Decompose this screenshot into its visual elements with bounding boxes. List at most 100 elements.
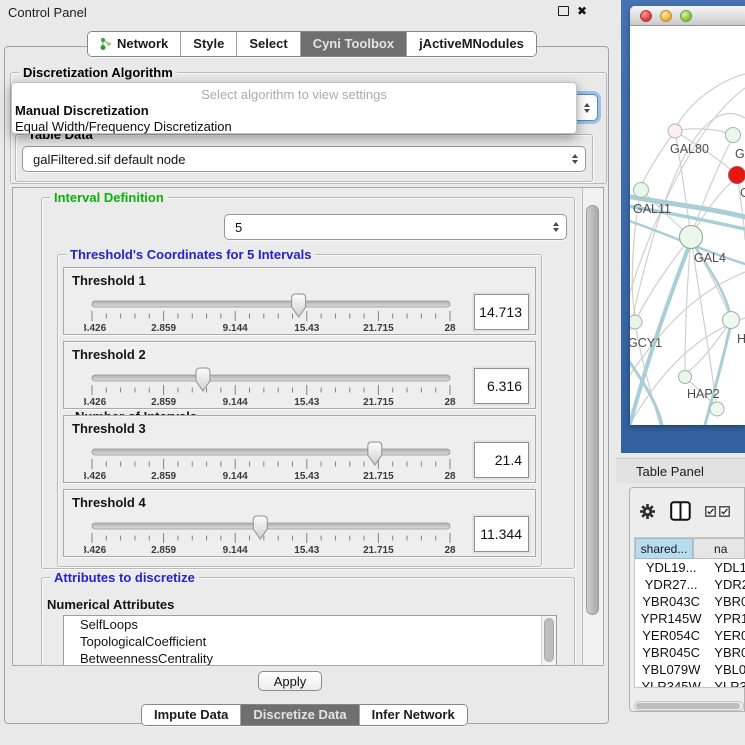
top-tab-jactivemnodules[interactable]: jActiveMNodules — [406, 32, 536, 56]
table-hscrollbar-thumb[interactable] — [636, 703, 740, 709]
svg-text:-3.426: -3.426 — [84, 545, 107, 556]
top-tab-style[interactable]: Style — [180, 32, 236, 56]
network-window-titlebar — [630, 6, 745, 26]
network-node-label: GCY1 — [630, 336, 662, 350]
svg-text:9.144: 9.144 — [223, 545, 248, 556]
minimize-traffic-light-icon[interactable] — [660, 10, 672, 22]
slider-handle[interactable] — [368, 442, 382, 465]
zoom-traffic-light-icon[interactable] — [680, 10, 692, 22]
svg-text:9.144: 9.144 — [223, 471, 248, 482]
slider-handle[interactable] — [196, 368, 210, 391]
checkbox-icon[interactable] — [705, 506, 716, 517]
table-row[interactable]: YDL19...YDL1 — [635, 559, 745, 576]
slider-handle[interactable] — [253, 516, 267, 539]
settings-scrollbar[interactable] — [582, 188, 603, 665]
node-attribute-table[interactable]: shared...naYDL19...YDL1YDR27...YDR2YBR04… — [634, 537, 745, 688]
table-cell: YBR0 — [707, 645, 745, 660]
table-column-header-2[interactable]: na — [693, 538, 745, 559]
number-of-intervals-combobox[interactable]: 5 — [224, 214, 567, 240]
network-node-label: GA — [735, 147, 745, 161]
top-tab-cyni-toolbox[interactable]: Cyni Toolbox — [300, 32, 406, 56]
dropdown-option-equal-width-frequency-discretization[interactable]: Equal Width/Frequency Discretization — [12, 118, 576, 134]
network-node[interactable] — [710, 402, 724, 416]
threshold-value-field[interactable]: 21.4 — [474, 442, 529, 478]
dropdown-option-manual-discretization[interactable]: Manual Discretization — [12, 102, 576, 118]
list-scrollbar[interactable] — [541, 616, 556, 666]
threshold-slider[interactable]: -3.4262.8599.14415.4321.71528 — [84, 362, 484, 408]
table-row[interactable]: YLR345WYLR3 — [635, 678, 745, 688]
tab-label: Infer Network — [372, 707, 455, 722]
table-cell: YPR145W — [635, 611, 707, 626]
table-column-header-1[interactable]: shared... — [635, 538, 693, 559]
svg-text:21.715: 21.715 — [363, 323, 394, 334]
network-node-label: GAL11 — [633, 202, 671, 216]
slider-handle[interactable] — [292, 294, 306, 317]
attribute-list-item[interactable]: SelfLoops — [64, 616, 556, 633]
tab-label: Discretize Data — [253, 707, 346, 722]
split-columns-icon[interactable] — [670, 501, 691, 521]
settings-scroll-panel: Interval Definition Number of Intervals … — [12, 187, 604, 666]
gear-icon[interactable] — [639, 503, 656, 520]
tab-label: Style — [193, 36, 224, 51]
table-row[interactable]: YBR043CYBR0 — [635, 593, 745, 610]
threshold-slider[interactable]: -3.4262.8599.14415.4321.71528 — [84, 288, 484, 334]
table-cell: YDL1 — [707, 560, 745, 575]
network-node[interactable] — [668, 124, 682, 138]
table-row[interactable]: YBL079WYBL0 — [635, 661, 745, 678]
table-cell: YLR3 — [707, 679, 745, 688]
threshold-value-field[interactable]: 11.344 — [474, 516, 529, 552]
table-data-combobox[interactable]: galFiltered.sif default node — [22, 146, 586, 172]
network-node[interactable] — [726, 128, 741, 143]
table-row[interactable]: YDR27...YDR2 — [635, 576, 745, 593]
svg-text:28: 28 — [444, 545, 456, 556]
svg-text:-3.426: -3.426 — [84, 471, 107, 482]
threshold-value-field[interactable]: 6.316 — [474, 368, 529, 404]
list-scrollbar-thumb[interactable] — [544, 618, 554, 662]
table-row[interactable]: YER054CYER0 — [635, 627, 745, 644]
network-node[interactable] — [680, 226, 703, 249]
network-node[interactable] — [630, 315, 642, 329]
table-horizontal-scrollbar[interactable] — [634, 701, 744, 711]
attribute-list-item[interactable]: BetweennessCentrality — [64, 650, 556, 666]
svg-text:15.43: 15.43 — [294, 471, 319, 482]
close-traffic-light-icon[interactable] — [640, 10, 652, 22]
threshold-panel-1: Threshold 1-3.4262.8599.14415.4321.71528… — [63, 267, 536, 335]
network-node[interactable] — [723, 312, 740, 329]
close-icon[interactable]: ✖ — [577, 5, 587, 17]
control-panel-title: Control Panel — [0, 5, 87, 20]
tab-label: Cyni Toolbox — [313, 36, 394, 51]
tab-label: jActiveMNodules — [419, 36, 524, 51]
network-node[interactable] — [634, 183, 649, 198]
svg-text:28: 28 — [444, 323, 456, 334]
table-cell: YBR045C — [635, 645, 707, 660]
top-tab-bar: Network Style Select Cyni Toolbox jActiveMNo… — [87, 31, 537, 57]
network-node[interactable] — [729, 167, 745, 184]
threshold-label: Threshold 3 — [72, 421, 146, 436]
float-window-icon[interactable] — [558, 6, 569, 16]
svg-text:2.859: 2.859 — [151, 471, 176, 482]
bottom-tab-discretize-data[interactable]: Discretize Data — [240, 705, 358, 725]
table-row[interactable]: YPR145WYPR1 — [635, 610, 745, 627]
network-node[interactable] — [679, 371, 692, 384]
threshold-slider[interactable]: -3.4262.8599.14415.4321.71528 — [84, 436, 484, 482]
table-panel-titlebar: Table Panel — [616, 458, 745, 483]
svg-text:28: 28 — [444, 397, 456, 408]
top-tab-network[interactable]: Network — [88, 32, 180, 56]
threshold-label: Threshold 4 — [72, 495, 146, 510]
attribute-list-item[interactable]: TopologicalCoefficient — [64, 633, 556, 650]
bottom-tab-infer-network[interactable]: Infer Network — [359, 705, 467, 725]
network-canvas[interactable]: GAL80GACGAL11GAL4GCY1HHAP2 — [630, 26, 745, 425]
threshold-panel-4: Threshold 4-3.4262.8599.14415.4321.71528… — [63, 489, 536, 557]
threshold-slider[interactable]: -3.4262.8599.14415.4321.71528 — [84, 510, 484, 556]
combobox-stepper-icon — [584, 103, 590, 113]
apply-button[interactable]: Apply — [258, 671, 322, 691]
numerical-attributes-list[interactable]: SelfLoopsTopologicalCoefficientBetweenne… — [63, 615, 557, 666]
bottom-tab-impute-data[interactable]: Impute Data — [142, 705, 240, 725]
settings-scrollbar-thumb[interactable] — [586, 205, 599, 615]
table-row[interactable]: YBR045CYBR0 — [635, 644, 745, 661]
number-of-intervals-value: 5 — [235, 220, 242, 235]
top-tab-select[interactable]: Select — [236, 32, 299, 56]
bottom-tab-bar: Impute Data Discretize Data Infer Network — [141, 704, 468, 726]
checkbox-icon[interactable] — [719, 506, 730, 517]
threshold-value-field[interactable]: 14.713 — [474, 294, 529, 330]
